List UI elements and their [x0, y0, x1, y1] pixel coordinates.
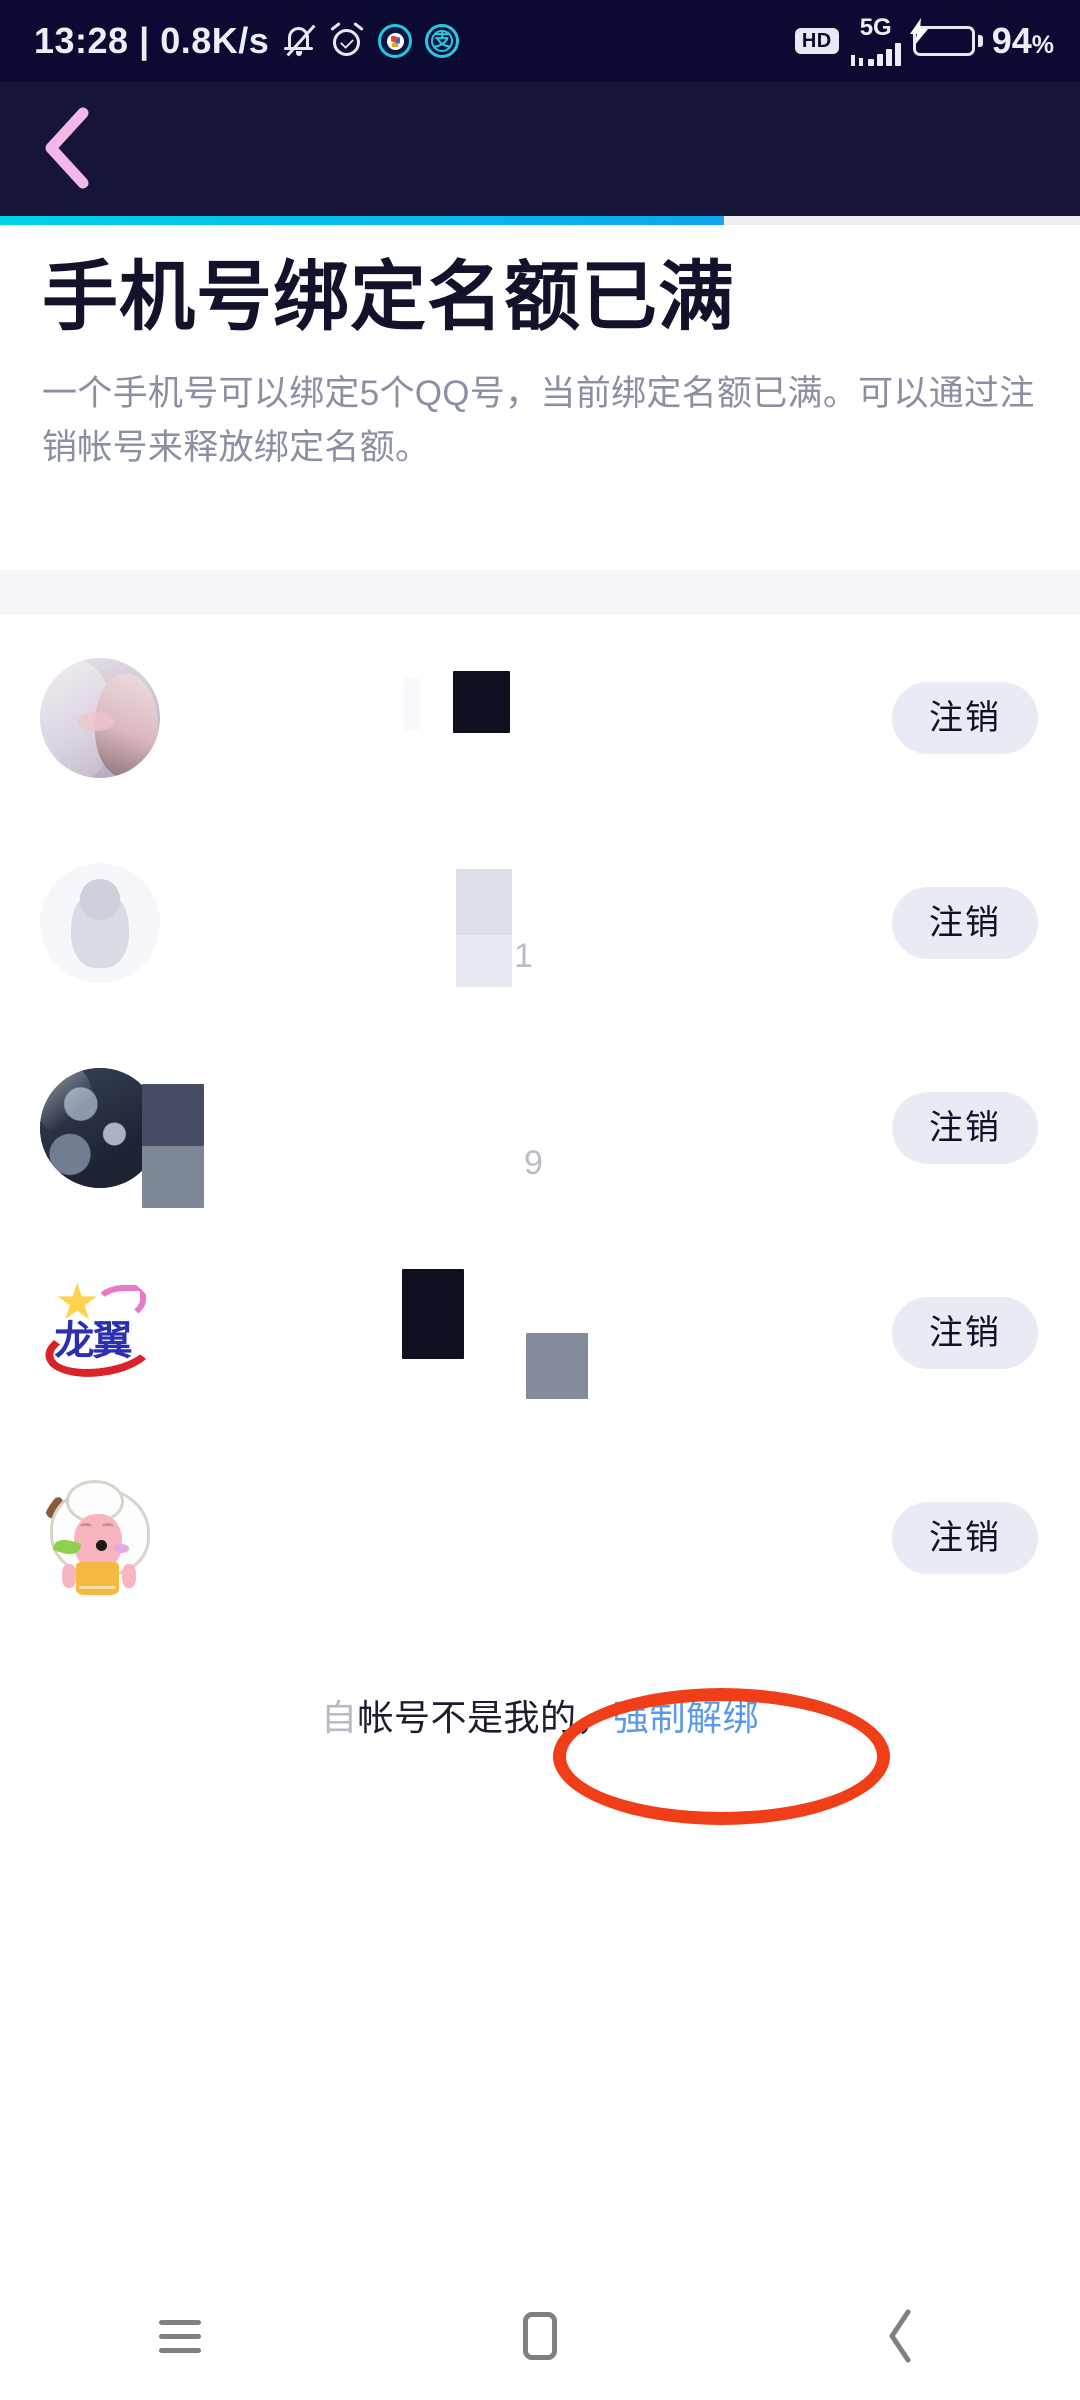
account-info: 1	[206, 863, 892, 987]
app-bar	[0, 82, 1080, 216]
redaction-block	[402, 1268, 464, 1359]
chevron-left-icon	[39, 105, 97, 191]
table-row[interactable]: 1 注销	[0, 820, 1080, 1025]
bound-accounts-list: 注销 1 注销 9 注销 龙翼 注销 注销	[0, 615, 1080, 1640]
recents-button[interactable]	[0, 2272, 360, 2400]
headline-block: 手机号绑定名额已满 一个手机号可以绑定5个QQ号，当前绑定名额已满。可以通过注销…	[0, 252, 1080, 475]
status-bar-right: HD 5G 94%	[794, 14, 1054, 66]
force-unbind-link[interactable]: 强制解绑	[613, 1700, 759, 1736]
force-unbind-note: 自 帐号不是我的， 强制解绑	[0, 1700, 1080, 1736]
network-type-label: 5G	[859, 14, 892, 41]
logout-button[interactable]: 注销	[892, 1296, 1038, 1369]
brand-text: 龙翼	[54, 1317, 132, 1364]
cartoon-sheep-avatar	[40, 1477, 160, 1598]
clock-text: 13:28	[34, 20, 129, 61]
back-button[interactable]	[20, 100, 116, 196]
page-description: 一个手机号可以绑定5个QQ号，当前绑定名额已满。可以通过注销帐号来释放绑定名额。	[42, 373, 1035, 467]
chevron-left-icon	[885, 2308, 915, 2364]
table-row[interactable]: 9 注销	[0, 1025, 1080, 1230]
anime-couple-avatar	[40, 657, 160, 778]
redaction-block	[526, 1332, 588, 1399]
redaction-block	[456, 934, 512, 987]
menu-lines-icon	[159, 2319, 201, 2353]
logout-button[interactable]: 注销	[892, 681, 1038, 754]
system-back-button[interactable]	[720, 2272, 1080, 2400]
redaction-block	[142, 1145, 204, 1208]
battery-icon: 94%	[909, 18, 1054, 62]
account-uin: 1	[514, 936, 533, 975]
status-time: 13:28 | 0.8K/s	[34, 20, 269, 62]
app-circle-icon	[378, 24, 413, 58]
progress-fill	[0, 216, 724, 225]
longyi-brand-avatar: 龙翼	[40, 1272, 160, 1393]
table-row[interactable]: 注销	[0, 1435, 1080, 1640]
network-speed-text: 0.8K/s	[160, 20, 270, 61]
alipay-circle-icon: 支	[425, 24, 460, 58]
status-bar: 13:28 | 0.8K/s 支 HD 5G 94%	[0, 0, 1080, 82]
status-separator: |	[139, 20, 150, 61]
redaction-block	[404, 677, 420, 730]
alipay-glyph: 支	[433, 30, 452, 51]
redaction-block	[142, 1083, 204, 1146]
table-row[interactable]: 龙翼 注销	[0, 1230, 1080, 1435]
page-load-progress	[0, 216, 1080, 225]
account-uin: 9	[524, 1143, 543, 1182]
redaction-block	[453, 670, 510, 733]
phone-screen: 13:28 | 0.8K/s 支 HD 5G 94% 手机号绑定名额已满 一个手…	[0, 0, 1080, 2400]
redaction-block	[456, 868, 512, 935]
alarm-clock-icon	[329, 21, 365, 59]
home-button[interactable]	[360, 2272, 720, 2400]
hd-badge-icon: HD	[794, 28, 839, 54]
default-qq-penguin-avatar	[40, 862, 160, 983]
signal-icon: 5G	[850, 14, 901, 66]
account-info: 9	[142, 1068, 892, 1208]
logout-button[interactable]: 注销	[892, 1091, 1038, 1164]
account-info	[206, 1478, 892, 1598]
home-square-icon	[523, 2312, 557, 2360]
mute-bell-icon	[282, 23, 316, 59]
account-info	[206, 658, 892, 778]
logout-button[interactable]: 注销	[892, 1501, 1038, 1574]
table-row[interactable]: 注销	[0, 615, 1080, 820]
logout-button[interactable]: 注销	[892, 886, 1038, 959]
android-navigation-bar	[0, 2272, 1080, 2400]
footer-plain-text: 帐号不是我的，	[357, 1697, 613, 1738]
page-title: 手机号绑定名额已满	[42, 255, 735, 340]
section-divider	[0, 570, 1080, 615]
status-bar-left: 13:28 | 0.8K/s 支	[34, 20, 460, 62]
account-info	[206, 1268, 892, 1399]
battery-percent-label: 94%	[991, 20, 1054, 61]
footer-lead-text: 自	[320, 1697, 358, 1738]
